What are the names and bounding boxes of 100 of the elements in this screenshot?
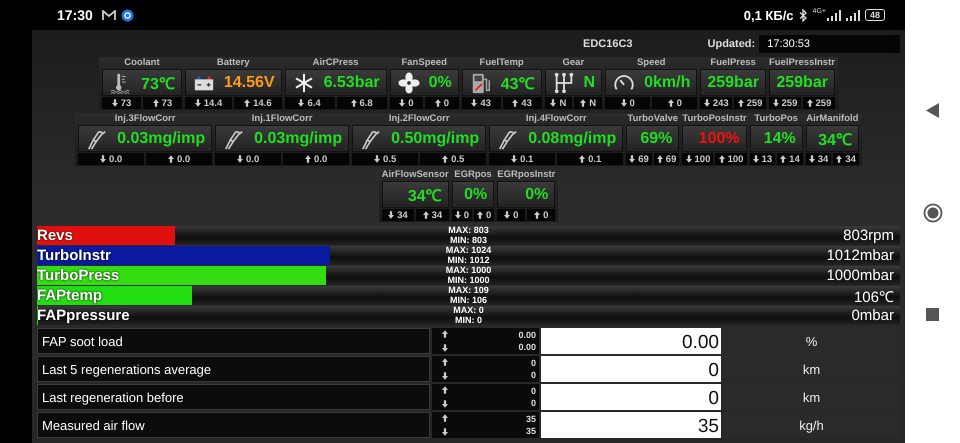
gauge-panel[interactable]: 0.50mg/imp	[352, 125, 486, 152]
gauge-label: FuelTemp	[478, 57, 525, 69]
up-arrow-icon	[512, 99, 518, 107]
down-arrow-icon	[100, 155, 106, 163]
gauge-panel[interactable]: 14%	[750, 125, 803, 152]
bar-reading: 0mbar	[851, 307, 895, 324]
gauge-label: AirFlowSensor	[382, 169, 449, 181]
gauge-value: 14.56V	[224, 74, 275, 92]
gauge-label: Battery	[216, 57, 251, 69]
down-arrow-icon	[388, 211, 394, 219]
gauge-panel[interactable]: 259bar	[768, 69, 835, 96]
gauge-panel[interactable]: 259bar	[700, 69, 766, 96]
value-field[interactable]: 35	[541, 412, 721, 438]
gauge-panel[interactable]: 73℃	[102, 69, 182, 96]
up-arrow-icon	[422, 211, 429, 219]
gauge-value: 34℃	[408, 186, 442, 206]
max-value: 0.00	[518, 329, 536, 341]
gauge-panel[interactable]: 6.53bar	[284, 69, 387, 96]
gauge-value: 0%	[525, 186, 548, 204]
bar-min: MIN: 1000	[447, 276, 490, 285]
bar-label: TurboInstr	[37, 247, 111, 264]
gauge-label: FuelPress	[709, 57, 757, 69]
home-icon[interactable]	[922, 202, 942, 222]
down-arrow-icon	[442, 372, 448, 380]
min-value: 35	[526, 425, 536, 437]
bar-label: Revs	[37, 227, 73, 244]
signal-icon	[826, 10, 841, 20]
gauge-panel[interactable]: 0%	[497, 181, 556, 208]
gauge-panel[interactable]: 0.03mg/imp	[78, 125, 212, 152]
value-field[interactable]: 0	[541, 356, 721, 382]
gauge-panel[interactable]: 14.56V	[184, 69, 282, 96]
gauge-panel[interactable]: 0km/h	[605, 69, 698, 96]
value-field[interactable]: 0.00	[541, 328, 721, 354]
min-value: 0.1	[520, 154, 534, 164]
gauge-panel[interactable]: 0.08mg/imp	[489, 125, 624, 152]
ecu-name: EDC16C3	[583, 38, 633, 50]
parameter-name: Measured air flow	[37, 412, 430, 438]
gauge-panel[interactable]: 34℃	[806, 125, 859, 152]
gauge-value: 73℃	[141, 74, 175, 94]
gauge-panel[interactable]: 0%	[390, 69, 459, 96]
gauge-label: TurboValve	[626, 113, 680, 125]
down-arrow-icon	[808, 155, 815, 163]
signal-icon	[846, 10, 860, 20]
up-arrow-icon	[168, 155, 174, 163]
up-arrow-icon	[476, 211, 483, 219]
gauge-label: Inj.4FlowCorr	[524, 113, 588, 125]
gauge-label: Gear	[561, 57, 586, 69]
updated-label: Updated:	[708, 38, 756, 50]
back-icon[interactable]	[926, 102, 939, 118]
gauge-panel[interactable]: 0%	[452, 181, 494, 208]
gauge-panel[interactable]: 0.03mg/imp	[215, 125, 350, 152]
gauge-value: N	[584, 74, 596, 92]
max-value: 0.0	[314, 154, 328, 164]
fan-icon	[396, 72, 421, 94]
bar-reading: 803rpm	[843, 227, 895, 244]
gauge-label: AirCPress	[312, 57, 360, 69]
up-arrow-icon	[434, 99, 441, 107]
gauge-label: TurboPos	[753, 113, 799, 125]
up-arrow-icon	[836, 155, 842, 163]
bar-label: TurboPress	[37, 267, 120, 284]
max-value: 69	[666, 154, 676, 164]
value-field[interactable]: 0	[541, 384, 721, 410]
gauge-value: 0%	[428, 74, 452, 92]
down-arrow-icon	[686, 155, 692, 163]
gauge-value: 43℃	[500, 74, 535, 94]
max-value: 0	[486, 210, 492, 220]
max-value: 73	[162, 98, 172, 108]
gauge-value: 0.03mg/imp	[254, 130, 342, 148]
gauge-value: 34℃	[818, 130, 852, 150]
gauge-label: FanSpeed	[400, 57, 448, 69]
parameter-name: FAP soot load	[37, 328, 430, 354]
down-arrow-icon	[399, 99, 406, 107]
up-arrow-icon	[780, 155, 786, 163]
up-arrow-icon	[442, 155, 448, 163]
down-arrow-icon	[298, 99, 304, 107]
max-value: 43	[521, 98, 532, 108]
bar-label: FAPpressure	[37, 307, 130, 324]
gauge-panel[interactable]: 43℃	[462, 69, 542, 96]
gauge-panel[interactable]: N	[544, 69, 602, 96]
min-value: 73	[120, 98, 132, 108]
min-value: 243	[712, 98, 729, 108]
max-value: 6.8	[360, 98, 373, 108]
max-value: 0.0	[177, 154, 190, 164]
gauge-panel[interactable]: 69%	[626, 125, 680, 152]
gauge-panel[interactable]: 34℃	[382, 181, 449, 208]
up-arrow-icon	[580, 99, 586, 107]
down-arrow-icon	[704, 99, 710, 107]
battery-indicator: 48	[864, 9, 885, 21]
bar-min: MIN: 0	[455, 316, 482, 325]
max-value: 0	[530, 385, 536, 397]
max-value: 0	[543, 210, 548, 220]
bar-min: MIN: 106	[450, 296, 487, 305]
min-value: 0.0	[246, 154, 260, 164]
gauge-value: 14%	[764, 130, 796, 148]
down-arrow-icon	[752, 155, 759, 163]
bar-max: MAX: 0	[453, 306, 484, 316]
gauge-value: 6.53bar	[324, 74, 380, 92]
unit-cell: kg/h	[723, 412, 900, 438]
recents-icon[interactable]	[926, 308, 939, 320]
bar-max: MAX: 109	[448, 286, 489, 296]
